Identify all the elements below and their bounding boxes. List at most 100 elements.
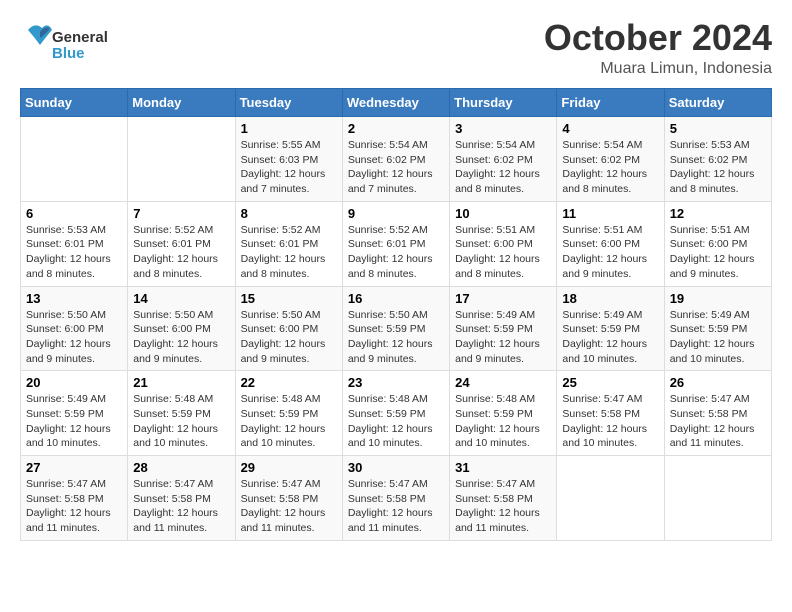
title-section: October 2024 Muara Limun, Indonesia: [544, 20, 772, 78]
day-number: 8: [241, 206, 337, 221]
calendar-week-row: 27 Sunrise: 5:47 AM Sunset: 5:58 PM Dayli…: [21, 456, 772, 541]
day-info: Sunrise: 5:47 AM Sunset: 5:58 PM Dayligh…: [562, 392, 658, 451]
calendar-cell: 4Sunrise: 5:54 AM Sunset: 6:02 PM Daylig…: [557, 117, 664, 202]
day-info: Sunrise: 5:52 AM Sunset: 6:01 PM Dayligh…: [133, 223, 229, 282]
weekday-header: Friday: [557, 89, 664, 117]
calendar-cell: 18Sunrise: 5:49 AM Sunset: 5:59 PM Dayli…: [557, 286, 664, 371]
calendar-cell: 22Sunrise: 5:48 AM Sunset: 5:59 PM Dayli…: [235, 371, 342, 456]
calendar-cell: 23Sunrise: 5:48 AM Sunset: 5:59 PM Dayli…: [342, 371, 449, 456]
calendar-cell: 12Sunrise: 5:51 AM Sunset: 6:00 PM Dayli…: [664, 201, 771, 286]
calendar-cell: 28 Sunrise: 5:47 AM Sunset: 5:58 PM Dayli…: [128, 456, 235, 541]
day-info: Sunrise: 5:54 AM Sunset: 6:02 PM Dayligh…: [455, 138, 551, 197]
calendar-cell: 15 Sunrise: 5:50 AM Sunset: 6:00 PM Dayli…: [235, 286, 342, 371]
day-info: Sunrise: 5:50 AM Sunset: 5:59 PM Dayligh…: [348, 308, 444, 367]
calendar-cell: 24 Sunrise: 5:48 AM Sunset: 5:59 PM Dayli…: [450, 371, 557, 456]
calendar-cell: 31Sunrise: 5:47 AM Sunset: 5:58 PM Dayli…: [450, 456, 557, 541]
day-number: 28: [133, 460, 229, 475]
day-number: 24: [455, 375, 551, 390]
calendar-cell: 14 Sunrise: 5:50 AM Sunset: 6:00 PM Dayli…: [128, 286, 235, 371]
weekday-header: Saturday: [664, 89, 771, 117]
calendar-week-row: 1 Sunrise: 5:55 AM Sunset: 6:03 PM Daylig…: [21, 117, 772, 202]
day-info: Sunrise: 5:52 AM Sunset: 6:01 PM Dayligh…: [241, 223, 337, 282]
day-info: Sunrise: 5:51 AM Sunset: 6:00 PM Dayligh…: [670, 223, 766, 282]
weekday-header: Monday: [128, 89, 235, 117]
day-info: Sunrise: 5:47 AM Sunset: 5:58 PM Dayligh…: [455, 477, 551, 536]
day-number: 30: [348, 460, 444, 475]
day-info: Sunrise: 5:52 AM Sunset: 6:01 PM Dayligh…: [348, 223, 444, 282]
calendar-cell: 16 Sunrise: 5:50 AM Sunset: 5:59 PM Dayli…: [342, 286, 449, 371]
day-number: 2: [348, 121, 444, 136]
weekday-header: Wednesday: [342, 89, 449, 117]
day-number: 20: [26, 375, 122, 390]
day-number: 14: [133, 291, 229, 306]
day-number: 26: [670, 375, 766, 390]
calendar-cell: [128, 117, 235, 202]
day-number: 15: [241, 291, 337, 306]
day-number: 6: [26, 206, 122, 221]
day-info: Sunrise: 5:54 AM Sunset: 6:02 PM Dayligh…: [348, 138, 444, 197]
weekday-header: Tuesday: [235, 89, 342, 117]
day-info: Sunrise: 5:47 AM Sunset: 5:58 PM Dayligh…: [241, 477, 337, 536]
calendar-cell: [557, 456, 664, 541]
calendar-cell: 17 Sunrise: 5:49 AM Sunset: 5:59 PM Dayli…: [450, 286, 557, 371]
location: Muara Limun, Indonesia: [544, 60, 772, 78]
day-info: Sunrise: 5:47 AM Sunset: 5:58 PM Dayligh…: [133, 477, 229, 536]
logo: General Blue: [20, 20, 130, 70]
day-number: 25: [562, 375, 658, 390]
calendar-cell: 6 Sunrise: 5:53 AM Sunset: 6:01 PM Daylig…: [21, 201, 128, 286]
calendar-week-row: 20 Sunrise: 5:49 AM Sunset: 5:59 PM Dayli…: [21, 371, 772, 456]
day-info: Sunrise: 5:53 AM Sunset: 6:01 PM Dayligh…: [26, 223, 122, 282]
calendar-cell: 10 Sunrise: 5:51 AM Sunset: 6:00 PM Dayli…: [450, 201, 557, 286]
day-info: Sunrise: 5:53 AM Sunset: 6:02 PM Dayligh…: [670, 138, 766, 197]
day-info: Sunrise: 5:48 AM Sunset: 5:59 PM Dayligh…: [455, 392, 551, 451]
day-info: Sunrise: 5:49 AM Sunset: 5:59 PM Dayligh…: [455, 308, 551, 367]
weekday-header: Sunday: [21, 89, 128, 117]
day-info: Sunrise: 5:47 AM Sunset: 5:58 PM Dayligh…: [348, 477, 444, 536]
svg-text:General: General: [52, 29, 108, 46]
day-number: 16: [348, 291, 444, 306]
day-number: 3: [455, 121, 551, 136]
day-number: 11: [562, 206, 658, 221]
day-info: Sunrise: 5:49 AM Sunset: 5:59 PM Dayligh…: [670, 308, 766, 367]
calendar-cell: 11 Sunrise: 5:51 AM Sunset: 6:00 PM Dayli…: [557, 201, 664, 286]
day-info: Sunrise: 5:48 AM Sunset: 5:59 PM Dayligh…: [241, 392, 337, 451]
day-number: 10: [455, 206, 551, 221]
day-number: 27: [26, 460, 122, 475]
day-info: Sunrise: 5:49 AM Sunset: 5:59 PM Dayligh…: [26, 392, 122, 451]
calendar-cell: 27 Sunrise: 5:47 AM Sunset: 5:58 PM Dayli…: [21, 456, 128, 541]
calendar-cell: 7 Sunrise: 5:52 AM Sunset: 6:01 PM Daylig…: [128, 201, 235, 286]
calendar-cell: 8 Sunrise: 5:52 AM Sunset: 6:01 PM Daylig…: [235, 201, 342, 286]
calendar-week-row: 6 Sunrise: 5:53 AM Sunset: 6:01 PM Daylig…: [21, 201, 772, 286]
calendar-cell: [664, 456, 771, 541]
day-info: Sunrise: 5:49 AM Sunset: 5:59 PM Dayligh…: [562, 308, 658, 367]
day-info: Sunrise: 5:50 AM Sunset: 6:00 PM Dayligh…: [241, 308, 337, 367]
day-number: 1: [241, 121, 337, 136]
day-number: 5: [670, 121, 766, 136]
calendar-cell: 20 Sunrise: 5:49 AM Sunset: 5:59 PM Dayli…: [21, 371, 128, 456]
day-number: 21: [133, 375, 229, 390]
logo-wordmark: General Blue: [20, 20, 130, 70]
day-info: Sunrise: 5:51 AM Sunset: 6:00 PM Dayligh…: [562, 223, 658, 282]
svg-text:Blue: Blue: [52, 45, 85, 62]
calendar-cell: 29 Sunrise: 5:47 AM Sunset: 5:58 PM Dayli…: [235, 456, 342, 541]
calendar-cell: [21, 117, 128, 202]
weekday-header: Thursday: [450, 89, 557, 117]
day-number: 9: [348, 206, 444, 221]
day-number: 17: [455, 291, 551, 306]
calendar-week-row: 13Sunrise: 5:50 AM Sunset: 6:00 PM Dayli…: [21, 286, 772, 371]
weekday-header-row: SundayMondayTuesdayWednesdayThursdayFrid…: [21, 89, 772, 117]
calendar-cell: 5 Sunrise: 5:53 AM Sunset: 6:02 PM Daylig…: [664, 117, 771, 202]
day-info: Sunrise: 5:50 AM Sunset: 6:00 PM Dayligh…: [133, 308, 229, 367]
calendar-cell: 13Sunrise: 5:50 AM Sunset: 6:00 PM Dayli…: [21, 286, 128, 371]
day-info: Sunrise: 5:48 AM Sunset: 5:59 PM Dayligh…: [133, 392, 229, 451]
day-info: Sunrise: 5:55 AM Sunset: 6:03 PM Dayligh…: [241, 138, 337, 197]
calendar-cell: 25 Sunrise: 5:47 AM Sunset: 5:58 PM Dayli…: [557, 371, 664, 456]
day-info: Sunrise: 5:51 AM Sunset: 6:00 PM Dayligh…: [455, 223, 551, 282]
calendar-cell: 3 Sunrise: 5:54 AM Sunset: 6:02 PM Daylig…: [450, 117, 557, 202]
day-info: Sunrise: 5:48 AM Sunset: 5:59 PM Dayligh…: [348, 392, 444, 451]
calendar-cell: 9 Sunrise: 5:52 AM Sunset: 6:01 PM Daylig…: [342, 201, 449, 286]
day-info: Sunrise: 5:47 AM Sunset: 5:58 PM Dayligh…: [26, 477, 122, 536]
day-number: 7: [133, 206, 229, 221]
day-number: 29: [241, 460, 337, 475]
page-header: General Blue October 2024 Muara Limun, I…: [20, 20, 772, 78]
